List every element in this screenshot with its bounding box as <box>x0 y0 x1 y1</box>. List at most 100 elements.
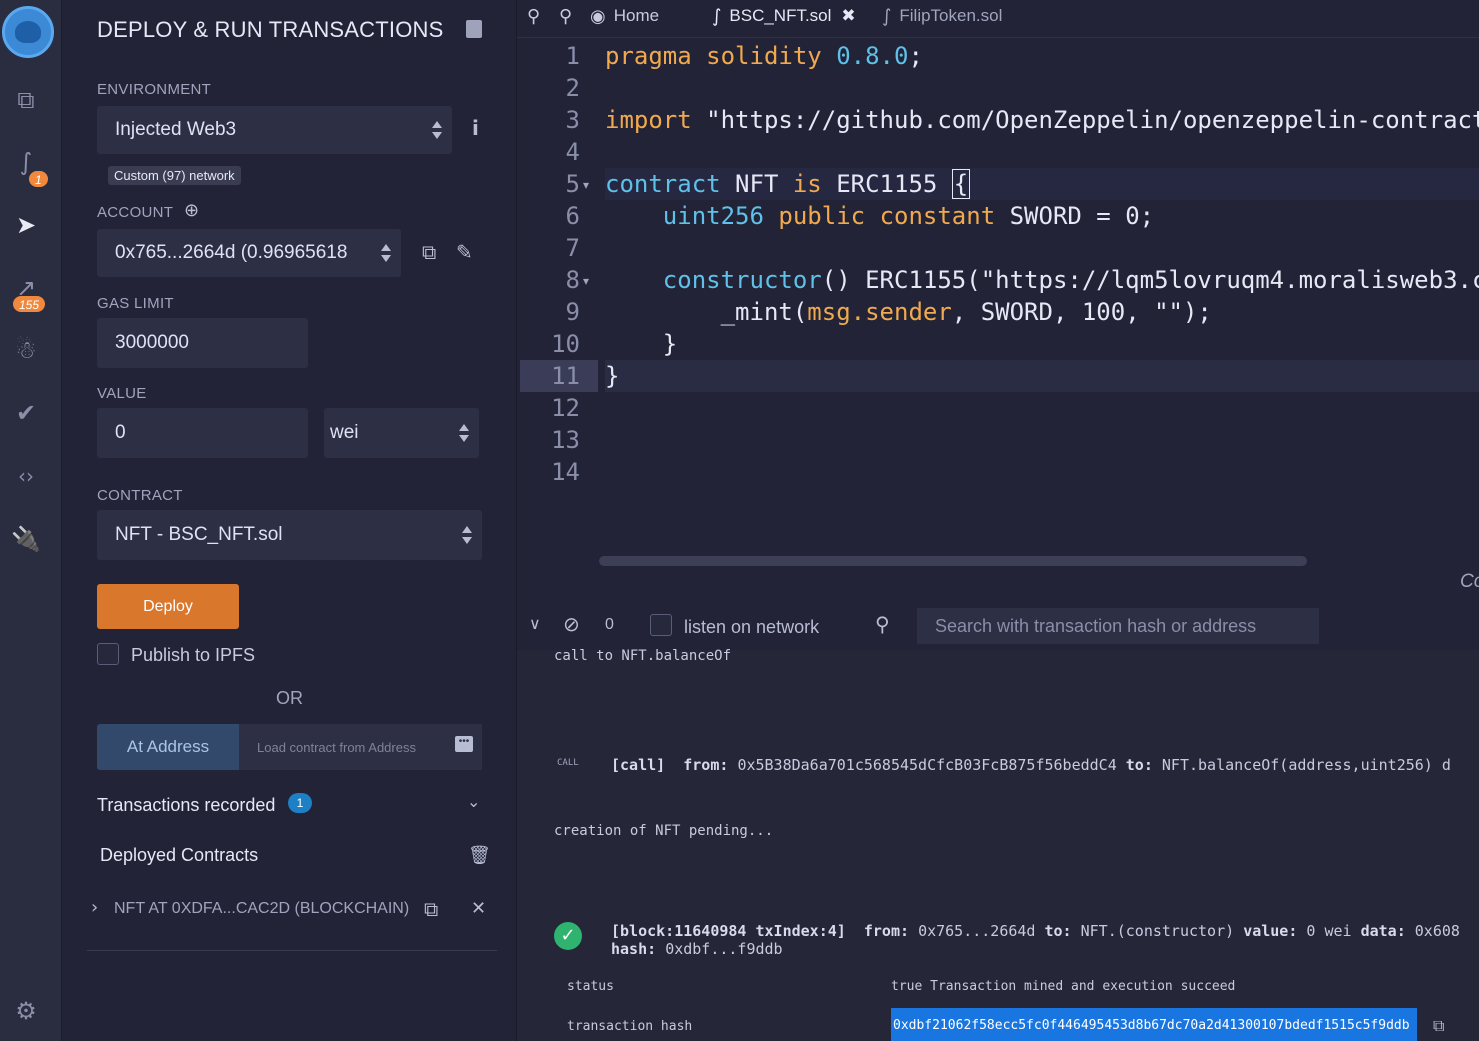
account-value: 0x765...2664d (0.96965618 <box>115 242 348 263</box>
tx-data-label: data: <box>1360 922 1406 940</box>
analytics-badge: 155 <box>12 295 47 313</box>
value-unit: wei <box>330 422 359 443</box>
remix-ide: ⧉ ∫ 1 ➤ ↗ 155 ☃ ✔ ‹› 🔌 ⚙ DEPLOY & RUN TR… <box>0 0 1479 1041</box>
zoom-out-icon[interactable]: ⚲ <box>527 0 540 32</box>
search-icon[interactable]: ⚲ <box>875 612 890 636</box>
contract-value: NFT - BSC_NFT.sol <box>115 524 283 545</box>
tx-detail[interactable]: [block:11640984 txIndex:4] from: 0x765..… <box>611 922 1460 940</box>
at-address-button[interactable]: At Address <box>97 724 239 770</box>
line-number: 3 <box>565 106 580 134</box>
call-detail[interactable]: [call] from: 0x5B38Da6a701c568545dCfcB03… <box>611 756 1451 774</box>
line-number: 9 <box>565 298 580 326</box>
network-badge: Custom (97) network <box>108 166 241 185</box>
panel-title: DEPLOY & RUN TRANSACTIONS <box>97 17 444 42</box>
tab-filip-token[interactable]: ∫ FilipToken.sol <box>882 0 1002 32</box>
close-icon[interactable]: ✕ <box>471 898 486 919</box>
tab-filip-token-label: FilipToken.sol <box>899 6 1003 25</box>
fold-icon[interactable]: ▾ <box>583 178 589 192</box>
copy-address-icon[interactable]: ⧉ <box>424 897 438 921</box>
debugger-icon[interactable]: ☃ <box>8 332 44 368</box>
solidity-file-icon: ∫ <box>882 5 892 27</box>
terminal-search-input[interactable]: Search with transaction hash or address <box>917 608 1319 644</box>
code-line-6: uint256 public constant SWORD = 0; <box>662 202 1155 230</box>
deploy-run-icon[interactable]: ➤ <box>8 207 44 243</box>
line-gutter: 1 2 3 4 5 6 7 8 9 10 11 12 13 14 <box>520 38 598 558</box>
environment-select[interactable]: Injected Web3 <box>97 106 452 154</box>
txhash-value[interactable]: 0xdbf21062f58ecc5fc0f446495453d8b67dc70a… <box>891 1008 1417 1041</box>
line-number: 5 <box>565 170 580 198</box>
chevron-down-icon[interactable]: ⌄ <box>467 792 480 811</box>
line-number: 4 <box>565 138 580 166</box>
horizontal-scrollbar[interactable] <box>599 556 1307 566</box>
environment-value: Injected Web3 <box>115 119 237 140</box>
gas-limit-input[interactable]: 3000000 <box>97 318 308 368</box>
plugin-manager-icon[interactable]: 🔌 <box>8 521 44 557</box>
trash-icon[interactable]: 🗑 <box>468 845 491 866</box>
publish-ipfs-checkbox[interactable] <box>97 643 119 665</box>
tab-home[interactable]: ◉ Home <box>590 0 659 32</box>
file-explorer-icon[interactable]: ⧉ <box>8 82 44 118</box>
transactions-recorded-title[interactable]: Transactions recorded <box>97 795 275 816</box>
value-label: VALUE <box>97 385 147 402</box>
listen-network-label: listen on network <box>684 617 820 637</box>
copy-hash-icon[interactable]: ⧉ <box>1433 1016 1444 1036</box>
contract-select[interactable]: NFT - BSC_NFT.sol <box>97 510 482 560</box>
tx-from-label: from: <box>863 922 910 940</box>
edit-icon[interactable]: ✎ <box>456 240 473 264</box>
contract-label: CONTRACT <box>97 487 183 504</box>
success-check-icon: ✓ <box>554 922 582 950</box>
call-from-label: from: <box>683 756 729 774</box>
editor-tabs: ⚲ ⚲ ◉ Home ∫ BSC_NFT.sol ✖ ∫ FilipToken.… <box>517 0 1479 38</box>
copy-icon[interactable]: ⧉ <box>422 240 436 264</box>
status-label: status <box>567 979 614 994</box>
block-info: [block:11640984 txIndex:4] <box>611 922 846 940</box>
fold-icon[interactable]: ▾ <box>583 274 589 288</box>
compile-badge: 1 <box>28 170 49 188</box>
tx-from: 0x765...2664d <box>918 922 1036 940</box>
listen-network-checkbox[interactable] <box>650 614 672 636</box>
line-number: 13 <box>551 426 580 454</box>
code-line-8: constructor() ERC1155("https://lqm5lovru… <box>662 266 1479 294</box>
value-unit-select[interactable]: wei <box>324 408 479 458</box>
code-line-10: } <box>605 330 678 358</box>
remix-logo-icon[interactable] <box>2 6 54 58</box>
account-label: ACCOUNT <box>97 204 174 221</box>
line-number: 10 <box>551 330 580 358</box>
select-arrows-icon <box>432 121 442 139</box>
status-value: true Transaction mined and execution suc… <box>891 979 1236 994</box>
select-arrows-icon <box>462 526 472 544</box>
tests-icon[interactable]: ✔ <box>8 395 44 431</box>
hash-label: hash: <box>611 940 657 958</box>
call-from: 0x5B38Da6a701c568545dCfcB03FcB875f56bedd… <box>737 756 1117 774</box>
line-number: 6 <box>565 202 580 230</box>
source-verify-icon[interactable]: ‹› <box>8 458 44 494</box>
zoom-in-icon[interactable]: ⚲ <box>559 0 572 32</box>
solidity-file-icon: ∫ <box>712 5 722 27</box>
docs-icon[interactable] <box>466 20 482 38</box>
value-input[interactable]: 0 <box>97 408 308 458</box>
more-options-icon[interactable]: ••• <box>455 736 473 752</box>
or-label: OR <box>276 688 303 708</box>
icon-bar: ⧉ ∫ 1 ➤ ↗ 155 ☃ ✔ ‹› 🔌 ⚙ <box>0 0 62 1041</box>
clear-console-icon[interactable]: ⊘ <box>563 612 580 636</box>
add-account-icon[interactable]: ⊕ <box>184 200 199 221</box>
code-line-11: } <box>605 362 620 390</box>
call-to-label: to: <box>1125 756 1153 774</box>
chevron-right-icon[interactable]: › <box>91 897 98 918</box>
tab-bsc-nft[interactable]: ∫ BSC_NFT.sol ✖ <box>712 0 856 32</box>
settings-icon[interactable]: ⚙ <box>8 993 44 1029</box>
collapse-terminal-icon[interactable]: ∨ <box>529 614 541 633</box>
code-line-9: _mint(msg.sender, SWORD, 100, ""); <box>605 298 1212 326</box>
load-address-input[interactable]: Load contract from Address <box>239 724 482 770</box>
code-line-1: pragma solidity 0.8.0; <box>605 42 923 70</box>
select-arrows-icon <box>459 424 469 442</box>
close-tab-icon[interactable]: ✖ <box>841 6 855 26</box>
info-icon[interactable]: i <box>472 116 479 140</box>
code-line-5: contract NFT is ERC1155 { <box>605 169 971 199</box>
deploy-button[interactable]: Deploy <box>97 584 239 629</box>
account-select[interactable]: 0x765...2664d (0.96965618 <box>97 229 401 277</box>
tx-to-label: to: <box>1044 922 1072 940</box>
code-editor[interactable]: 1 2 3 4 5 6 7 8 9 10 11 12 13 14 ▾ ▾ pragma solidity … <box>517 38 1479 598</box>
deployed-contract-item[interactable]: NFT AT 0XDFA...CAC2D (BLOCKCHAIN) <box>114 900 409 918</box>
line-number: 1 <box>565 42 580 70</box>
